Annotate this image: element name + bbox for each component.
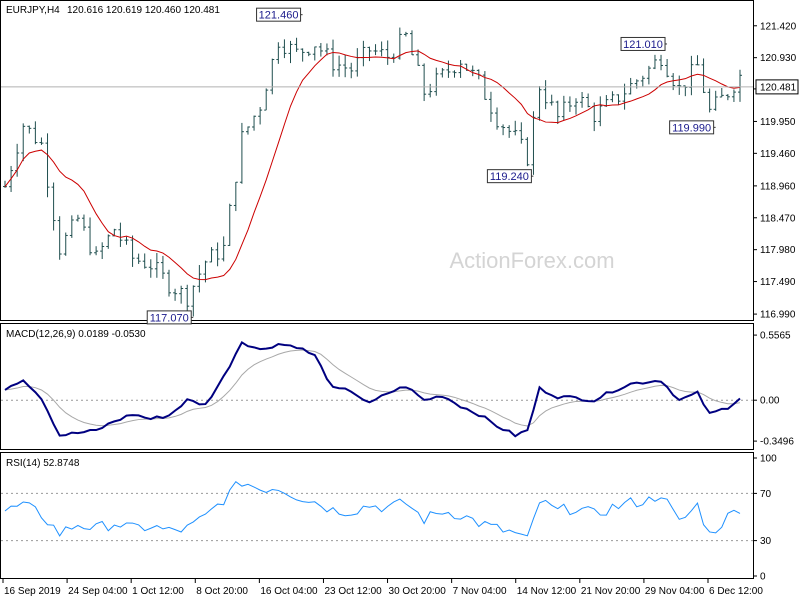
annotation-label: 121.460 [259,10,299,22]
price-y-tick-label: 117.980 [760,245,796,256]
x-tick-label: 16 Sep 2019 [4,586,61,597]
x-tick-label: 6 Dec 12:00 [709,586,763,597]
macd-panel-frame [0,323,754,450]
chart-root: ActionForex.com 121.460 117.070 119.240 121… [0,0,800,600]
macd-y-axis: 0.5565 0.00 -0.3496 [753,331,794,448]
price-y-tick-label: 119.460 [760,149,796,160]
price-y-tick-label: 119.950 [760,117,796,128]
price-y-tick-label: 120.930 [760,53,797,64]
price-header-symbol: EURJPY,H4 [6,5,60,16]
x-tick-label: 8 Oct 20:00 [196,586,248,597]
price-y-tick-label: 118.960 [760,181,796,192]
price-y-tick-label: 118.470 [760,213,796,224]
annotation-label: 121.010 [623,39,663,51]
watermark-text: ActionForex.com [449,248,614,273]
rsi-y-tick-label: 0 [760,572,766,583]
annotation-label: 117.070 [150,312,189,324]
price-y-tick-label: 116.990 [760,310,796,321]
price-y-tick-label: 117.490 [760,277,796,288]
chart-svg: ActionForex.com 121.460 117.070 119.240 121… [0,0,799,597]
annotation-label: 119.990 [672,122,711,134]
macd-y-tick-label: 0.00 [760,396,780,407]
price-y-tick-label: 121.420 [760,21,797,32]
x-tick-label: 14 Nov 12:00 [517,586,577,597]
x-axis: 16 Sep 2019 24 Sep 04:00 1 Oct 12:00 8 Oct … [2,579,763,597]
x-tick-label: 23 Oct 12:00 [324,586,382,597]
rsi-y-tick-label: 70 [760,489,772,500]
rsi-y-axis: 100 70 30 0 [753,454,777,583]
rsi-y-tick-label: 30 [760,536,772,547]
x-tick-label: 1 Oct 12:00 [132,586,184,597]
price-header-ohlc: 120.616 120.619 120.460 120.481 [67,5,220,16]
x-tick-label: 24 Sep 04:00 [68,586,128,597]
x-tick-label: 30 Oct 20:00 [389,586,447,597]
price-y-axis: 121.420120.930120.450119.950119.460118.9… [753,21,799,321]
rsi-y-tick-label: 100 [760,454,777,465]
macd-header: MACD(12,26,9) 0.0189 -0.0530 [6,329,146,340]
macd-y-tick-label: 0.5565 [760,331,791,342]
rsi-panel-frame [0,452,754,579]
x-tick-label: 7 Nov 04:00 [453,586,507,597]
macd-y-tick-label: -0.3496 [760,437,794,448]
x-tick-label: 29 Nov 04:00 [645,586,705,597]
rsi-header: RSI(14) 52.8748 [6,458,80,469]
x-tick-label: 21 Nov 20:00 [581,586,641,597]
annotation-label: 119.240 [490,171,529,183]
current-price-label: 120.481 [760,82,797,93]
x-tick-label: 16 Oct 04:00 [260,586,318,597]
